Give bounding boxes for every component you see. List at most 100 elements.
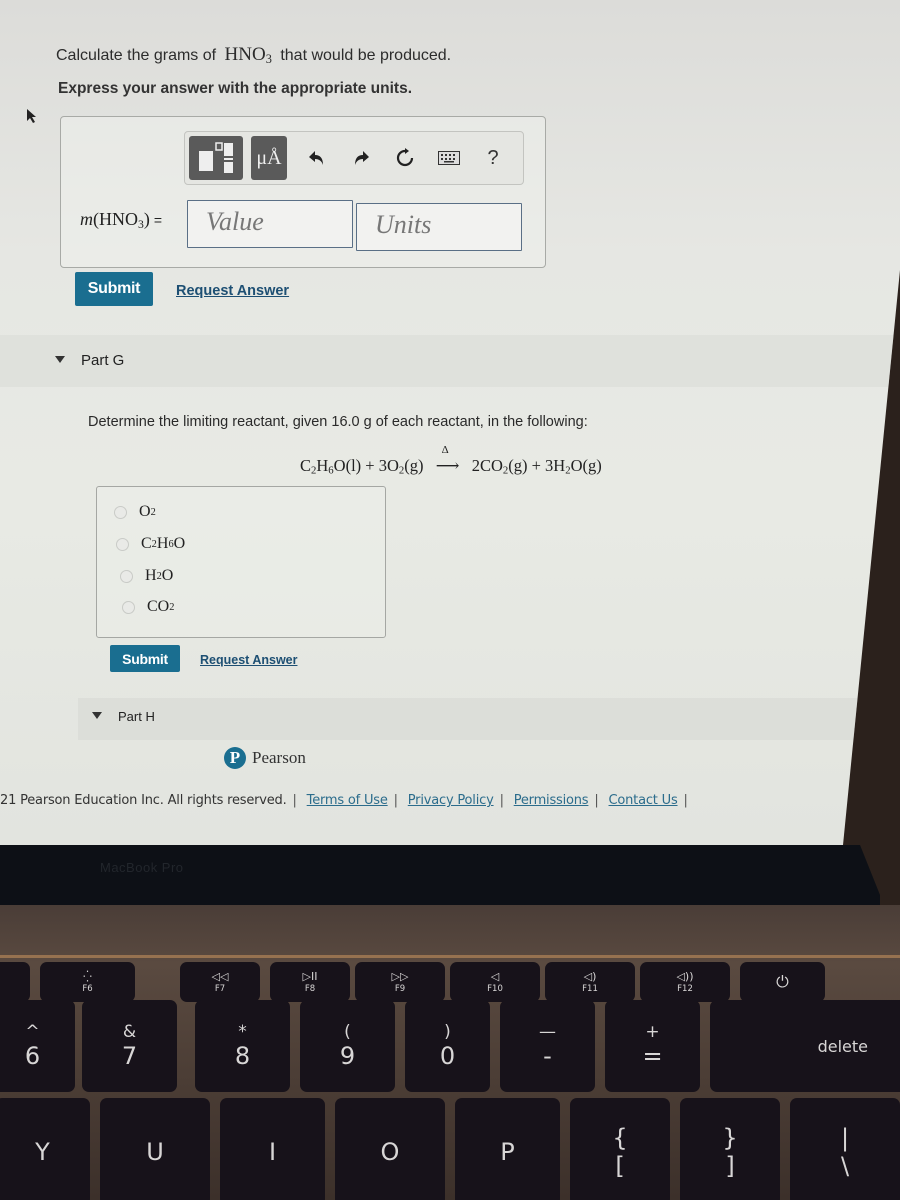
key-label: P [500,1138,515,1166]
pearson-branding: P Pearson [224,747,306,769]
templates-icon [199,142,233,173]
key-label: F11 [582,984,598,994]
key-f9[interactable]: ▷▷ F9 [355,962,445,1002]
key-bracket-left[interactable]: {[ [570,1098,670,1200]
radio-button[interactable] [114,505,127,519]
key-bracket-right[interactable]: }] [680,1098,780,1200]
key-shift-label: — [539,1022,556,1042]
choice-h2o[interactable]: H2O [120,567,173,585]
part-f-submit-button[interactable]: Submit [75,272,153,306]
key-label: F10 [487,984,503,994]
part-h-header[interactable]: Part H [92,709,155,724]
undo-button[interactable] [295,138,339,178]
key-label: = [642,1042,663,1070]
key-f11[interactable]: ◁) F11 [545,962,635,1002]
part-h-band [78,698,900,740]
key-label: [ [615,1152,625,1180]
help-button[interactable]: ? [471,138,515,178]
key-label: F6 [82,984,93,994]
keyboard-button[interactable] [427,138,471,178]
key-i[interactable]: I [220,1098,325,1200]
play-pause-icon: ▷II [302,970,318,983]
key-p[interactable]: P [455,1098,560,1200]
browser-screen: Calculate the grams of HNO3 that would b… [0,0,900,845]
key-label: F7 [214,984,226,994]
mute-icon: ◁ [490,970,500,983]
copyright-text: 21 Pearson Education Inc. All rights res… [0,793,287,808]
choice-co2[interactable]: CO 2 [122,598,174,616]
key-label: I [268,1138,277,1166]
choice-c2h6o[interactable]: C2H6O [116,535,185,553]
part-g-question: Determine the limiting reactant, given 1… [88,414,588,430]
key-label: Y [35,1138,50,1166]
key-9[interactable]: (9 [300,1000,395,1092]
mouse-cursor-icon [27,109,36,123]
key-shift-label: + [645,1022,660,1042]
key-label: F8 [304,984,316,994]
value-input[interactable]: Value [187,200,353,248]
key-=[interactable]: + = [605,1000,700,1092]
part-f-prompt: Calculate the grams of HNO3 that would b… [56,44,452,67]
radio-button[interactable] [122,600,135,614]
units-symbol: μÅ [256,146,282,169]
help-icon: ? [487,146,499,169]
key-f8[interactable]: ▷II F8 [270,962,350,1002]
key-0[interactable]: ) 0 [405,1000,490,1092]
key-u[interactable]: U [100,1098,210,1200]
privacy-policy-link[interactable]: Privacy Policy [408,793,494,808]
key-backslash[interactable]: | \ [790,1098,900,1200]
fast-forward-icon: ▷▷ [391,970,409,983]
key-shift-label: * [238,1022,247,1042]
key-8[interactable]: * 8 [195,1000,290,1092]
key-label: delete [817,1036,868,1056]
key-label: 6 [24,1042,41,1070]
key-label: 7 [121,1042,138,1070]
bezel-label: MacBook Pro [100,860,184,875]
key-7[interactable]: & 7 [82,1000,177,1092]
key-o[interactable]: O [335,1098,445,1200]
units-button[interactable]: μÅ [251,136,287,180]
choice-o2[interactable]: O2 [114,503,156,521]
key-label: F12 [677,984,693,994]
footer: 21 Pearson Education Inc. All rights res… [0,793,688,808]
key-shift-label: } [722,1124,738,1152]
key-shift-label: { [612,1124,628,1152]
reset-button[interactable] [383,138,427,178]
key-label: - [543,1042,552,1070]
key-6[interactable]: ^ 6 [0,1000,75,1092]
key-label: \ [840,1152,850,1180]
key--[interactable]: — - [500,1000,595,1092]
redo-button[interactable] [339,138,383,178]
part-f-instruction: Express your answer with the appropriate… [58,80,413,97]
keyboard-icon [438,151,460,165]
part-f-request-answer-link[interactable]: Request Answer [176,283,289,299]
radio-button[interactable] [116,537,129,551]
pearson-logo-icon: P [224,747,246,769]
contact-us-link[interactable]: Contact Us [609,793,678,808]
key-f12[interactable]: ◁)) F12 [640,962,730,1002]
key-f7[interactable]: ◁◁ F7 [180,962,260,1002]
key-f10[interactable]: ◁ F10 [450,962,540,1002]
part-g-submit-button[interactable]: Submit [110,645,180,672]
terms-of-use-link[interactable]: Terms of Use [307,793,388,808]
permissions-link[interactable]: Permissions [514,793,589,808]
key-y[interactable]: Y [0,1098,90,1200]
part-g-request-answer-link[interactable]: Request Answer [200,653,297,667]
reaction-equation: C2H6O(l) + 3O2(g) Δ ⟶ 2CO2(g) + 3H2O(g) [300,444,602,477]
deck-edge [0,955,900,958]
key-label: 9 [339,1042,356,1070]
key-label: F9 [394,984,406,994]
units-input[interactable]: Units [356,203,522,251]
collapse-caret-icon [55,356,65,363]
key-shift-label: ^ [25,1022,40,1042]
templates-button[interactable] [189,136,243,180]
key-f6[interactable]: ⁛ F6 [40,962,135,1002]
key-f5[interactable]: ⁛F5 [0,962,30,1002]
key-delete[interactable]: delete [710,1000,900,1092]
redo-icon [355,151,369,165]
part-g-header[interactable]: Part G [55,352,124,369]
radio-button[interactable] [120,569,133,583]
keyboard-brightness-up-icon: ⁛ [83,970,92,983]
key-label: ] [725,1152,735,1180]
key-power[interactable]: ⏻ [740,962,825,1002]
